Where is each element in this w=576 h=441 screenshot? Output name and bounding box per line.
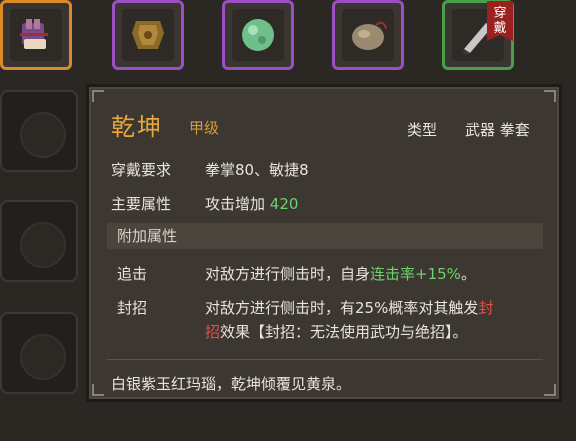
extra-attr-header: 附加属性 (107, 223, 543, 249)
gauntlet-icon (10, 9, 62, 61)
stone-pouch-icon (342, 9, 394, 61)
skill-desc-highlight: 招 (205, 323, 221, 341)
requirement-value: 拳掌80、敏捷8 (205, 161, 309, 179)
empty-slot-ring (20, 112, 66, 158)
item-grade: 甲级 (189, 119, 220, 137)
empty-slot-ring (20, 222, 66, 268)
main-attr-label: 主要属性 (111, 195, 172, 213)
item-type-value: 武器 拳套 (465, 121, 530, 139)
main-attr-value: 420 (269, 195, 299, 213)
empty-slot-3[interactable] (0, 312, 78, 394)
skill-desc-highlight: 连击率+15% (370, 265, 461, 283)
tooltip-corner (544, 90, 556, 102)
main-attr-text: 攻击增加 (205, 195, 266, 213)
equipped-tag-line1: 穿 (493, 6, 507, 21)
skill-desc-pursuit: 对敌方进行侧击时，自身连击率+15%。 (205, 263, 476, 284)
skill-name-seal: 封招 (117, 299, 148, 317)
equipped-tag-line2: 戴 (493, 21, 507, 36)
empty-slot-2[interactable] (0, 200, 78, 282)
skill-desc-seal-line2: 招效果【封招：无法使用武功与绝招】。 (205, 321, 468, 342)
jade-orb-icon (232, 9, 284, 61)
tooltip-divider (107, 359, 543, 360)
item-slot-armor[interactable] (112, 0, 184, 70)
tooltip-corner (544, 384, 556, 396)
item-slot-blade[interactable]: 穿 戴 (442, 0, 514, 70)
skill-desc-highlight: 封 (478, 299, 494, 317)
item-slot-jade[interactable] (222, 0, 294, 70)
item-type-label: 类型 (407, 121, 438, 139)
tooltip-corner (92, 384, 104, 396)
empty-slot-1[interactable] (0, 90, 78, 172)
skill-name-pursuit: 追击 (117, 265, 148, 283)
skill-desc-text: 对敌方进行侧击时，自身 (205, 265, 371, 283)
item-slot-stone[interactable] (332, 0, 404, 70)
empty-slot-ring (20, 334, 66, 380)
item-slot-gauntlet[interactable] (0, 0, 72, 70)
equipped-tag: 穿 戴 (487, 1, 513, 41)
requirement-label: 穿戴要求 (111, 161, 172, 179)
item-tooltip: 乾坤 甲级 类型 武器 拳套 穿戴要求 拳掌80、敏捷8 主要属性 攻击增加 4… (86, 84, 562, 402)
skill-desc-seal-line1: 对敌方进行侧击时，有25%概率对其触发封 (205, 297, 493, 318)
armor-icon (122, 9, 174, 61)
tooltip-corner (92, 90, 104, 102)
skill-desc-text: 对敌方进行侧击时，有25%概率对其触发 (205, 299, 479, 317)
main-attr: 攻击增加 420 (205, 193, 298, 214)
skill-desc-text: 效果【封招：无法使用武功与绝招】。 (220, 323, 468, 341)
item-name: 乾坤 (111, 113, 163, 141)
item-flavor-text: 白银紫玉红玛瑙，乾坤倾覆见黄泉。 (111, 375, 352, 393)
skill-desc-text: 。 (460, 265, 476, 283)
